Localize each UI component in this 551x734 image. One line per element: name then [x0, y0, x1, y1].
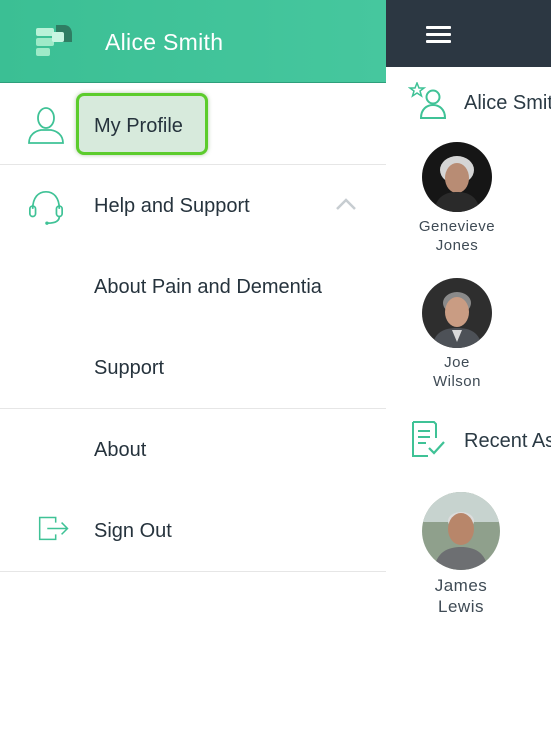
- menu-item-help-and-support[interactable]: Help and Support: [0, 166, 386, 247]
- resident-name: James Lewis: [434, 576, 488, 616]
- headset-icon: [28, 190, 64, 225]
- menu-item-label: Help and Support: [94, 195, 250, 217]
- chevron-up-icon[interactable]: [334, 196, 358, 212]
- menu-item-sign-out[interactable]: Sign Out: [0, 491, 386, 572]
- checklist-icon: [412, 421, 445, 457]
- my-profile-highlight[interactable]: My Profile: [76, 93, 208, 155]
- menu-item-label: About Pain and Dementia: [94, 276, 322, 298]
- resident-card[interactable]: James Lewis: [401, 492, 521, 617]
- favorites-title: Alice Smit: [464, 92, 551, 114]
- resident-photo: [422, 492, 500, 570]
- resident-name: Joe Wilson: [432, 354, 481, 390]
- recent-title: Recent As: [464, 430, 551, 452]
- submenu-item-support[interactable]: Support: [0, 328, 386, 409]
- navigation-drawer: Alice Smith My Profile Help and Support …: [0, 0, 386, 734]
- app-logo-icon: [36, 25, 72, 56]
- resident-card[interactable]: Genevieve Jones: [397, 142, 517, 255]
- sign-out-icon: [38, 516, 69, 541]
- submenu-item-about-pain-and-dementia[interactable]: About Pain and Dementia: [0, 247, 386, 328]
- menu-item-label: Support: [94, 357, 165, 379]
- user-outline-icon: [28, 107, 64, 144]
- drawer-header: Alice Smith: [0, 0, 386, 83]
- resident-card[interactable]: Joe Wilson: [397, 278, 517, 391]
- resident-photo: [422, 278, 492, 348]
- menu-item-about[interactable]: About: [0, 410, 386, 491]
- menu-item-label: Sign Out: [94, 520, 172, 542]
- menu-item-label: About: [94, 439, 147, 461]
- resident-name: Genevieve Jones: [418, 218, 496, 254]
- hamburger-menu-icon[interactable]: [426, 26, 451, 44]
- menu-item-label: My Profile: [94, 115, 183, 137]
- starred-user-icon: [408, 82, 447, 119]
- favorites-header: Alice Smit: [386, 82, 551, 126]
- top-bar: [386, 0, 551, 67]
- resident-photo: [422, 142, 492, 212]
- recent-header: Recent As: [386, 420, 551, 464]
- user-name: Alice Smith: [105, 29, 224, 55]
- main-screen: Alice Smit Genevieve Jones Joe Wilson Re…: [386, 0, 551, 734]
